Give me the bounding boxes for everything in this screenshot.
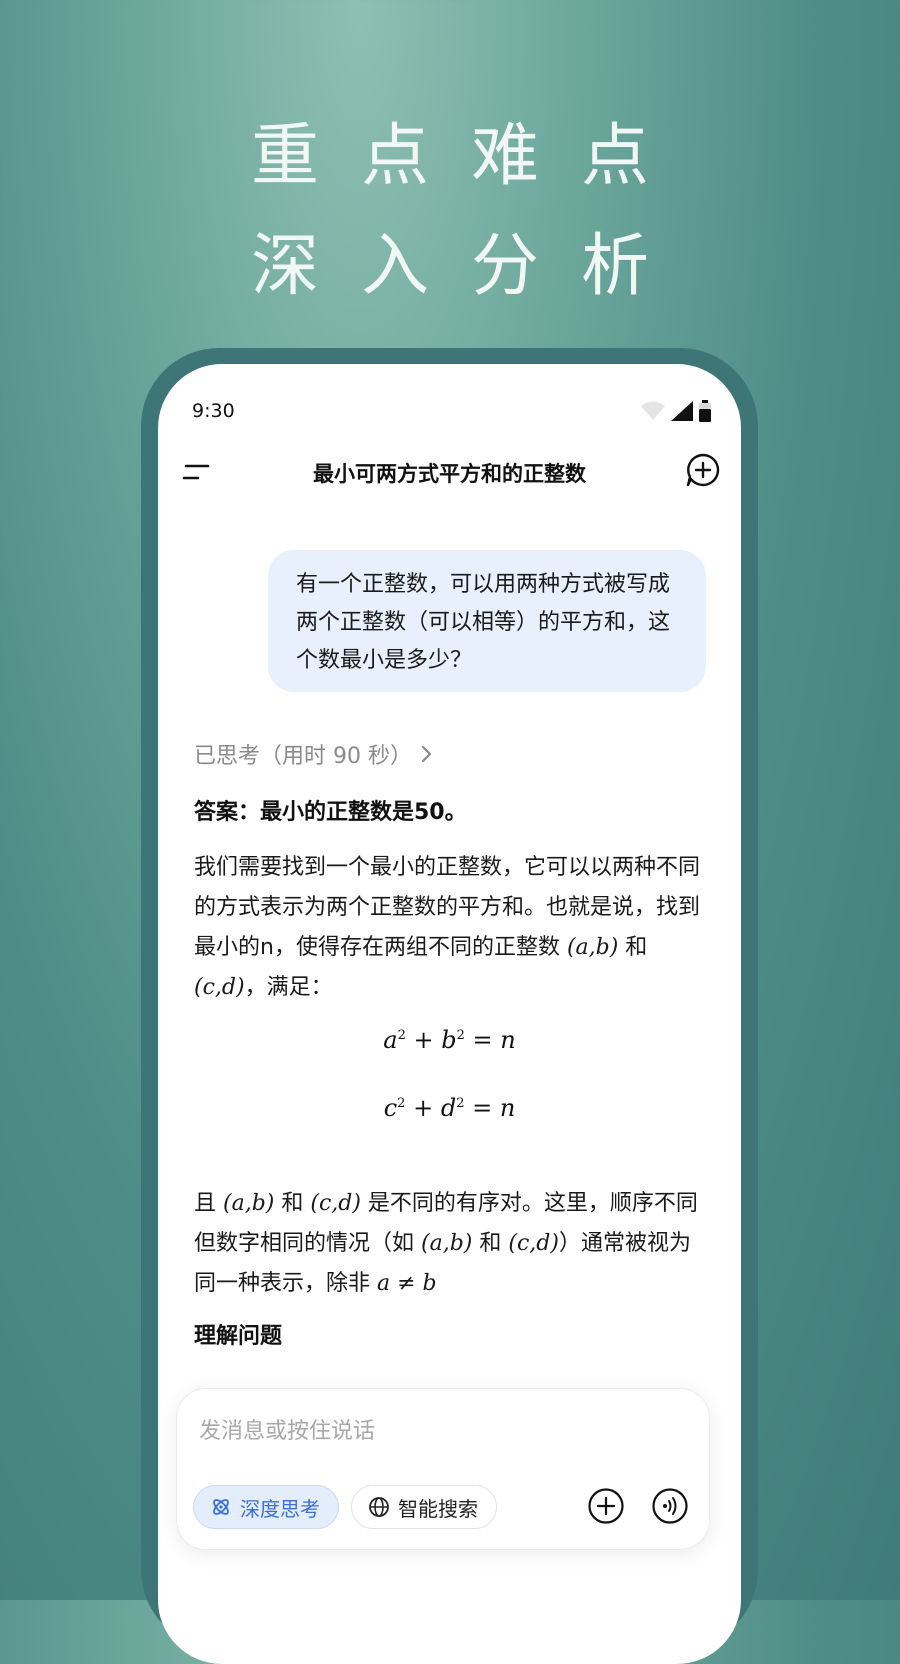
smart-search-toggle[interactable]: 智能搜索 — [351, 1485, 497, 1529]
voice-icon[interactable] — [651, 1487, 689, 1525]
chat-title: 最小可两方式平方和的正整数 — [313, 462, 586, 486]
math-pair-ab-2: (a,b) — [223, 1191, 275, 1216]
math-condition: a ≠ b — [377, 1271, 437, 1296]
new-chat-icon[interactable] — [685, 452, 721, 488]
paragraph-2-joiner: 和 — [274, 1191, 311, 1216]
equation-2: c2 + d2 = n — [158, 1094, 741, 1122]
eq2-rhs: = n — [472, 1094, 516, 1122]
eq1-rhs: = n — [472, 1026, 516, 1054]
eq2-var-c: c — [383, 1094, 398, 1122]
math-pair-cd: (c,d) — [194, 975, 245, 1000]
equation-1: a2 + b2 = n — [158, 1026, 741, 1054]
paragraph-1-joiner: 和 — [618, 935, 648, 960]
deep-think-label: 深度思考 — [240, 1496, 320, 1521]
headline-line-2: 深入分析 — [250, 227, 691, 306]
eq1-plus: + — [413, 1026, 434, 1054]
eq1-exp-a: 2 — [397, 1028, 406, 1043]
answer-text: 答案：最小的正整数是50。 — [194, 800, 467, 825]
response-paragraph-2: 且 (a,b) 和 (c,d) 是不同的有序对。这里，顺序不同但数字相同的情况（… — [194, 1184, 709, 1304]
battery-icon — [699, 400, 711, 422]
eq1-var-b: b — [441, 1026, 457, 1054]
eq2-var-d: d — [440, 1094, 457, 1122]
atom-icon — [213, 1499, 229, 1515]
globe-icon — [369, 1497, 389, 1517]
user-message-text: 有一个正整数，可以用两种方式被写成两个正整数（可以相等）的平方和，这个数最小是多… — [296, 572, 671, 673]
thinking-label: 已思考（用时 90 秒） — [194, 744, 412, 769]
math-pair-cd-2: (c,d) — [310, 1191, 361, 1216]
message-input[interactable]: 发消息或按住说话 — [199, 1413, 375, 1445]
headline-line-1: 重点难点 — [250, 117, 691, 196]
math-pair-cd-3: (c,d) — [508, 1231, 559, 1256]
math-pair-ab: (a,b) — [566, 935, 619, 960]
deep-think-toggle[interactable]: 深度思考 — [193, 1485, 339, 1529]
math-pair-ab-3: (a,b) — [421, 1231, 473, 1256]
response-paragraph-1: 我们需要找到一个最小的正整数，它可以以两种不同的方式表示为两个正整数的平方和。也… — [194, 848, 709, 1008]
user-message-bubble: 有一个正整数，可以用两种方式被写成两个正整数（可以相等）的平方和，这个数最小是多… — [268, 550, 706, 692]
status-icons — [641, 400, 711, 422]
paragraph-2-joiner-2: 和 — [472, 1231, 509, 1256]
message-composer: 发消息或按住说话 深度思考 智能搜索 — [176, 1388, 710, 1550]
chevron-right-icon — [421, 745, 432, 763]
signal-icon — [671, 401, 693, 421]
paragraph-1-tail: ，满足： — [244, 975, 333, 1000]
plus-circle-icon[interactable] — [587, 1487, 625, 1525]
eq2-exp-d: 2 — [456, 1096, 465, 1111]
phone-screen: 9:30 最小可两方式平方和的正整数 有一个正整数，可以用两种方式被写成两个正整… — [158, 364, 741, 1664]
smart-search-label: 智能搜索 — [398, 1496, 478, 1521]
paragraph-2-prefix: 且 — [194, 1191, 223, 1216]
eq2-plus: + — [413, 1094, 434, 1122]
status-time: 9:30 — [192, 400, 235, 422]
section-heading: 理解问题 — [194, 1324, 283, 1349]
thinking-toggle[interactable]: 已思考（用时 90 秒） — [194, 738, 434, 770]
eq1-exp-b: 2 — [456, 1028, 465, 1043]
wifi-icon — [641, 401, 665, 420]
eq2-exp-c: 2 — [397, 1096, 406, 1111]
eq1-var-a: a — [383, 1026, 398, 1054]
